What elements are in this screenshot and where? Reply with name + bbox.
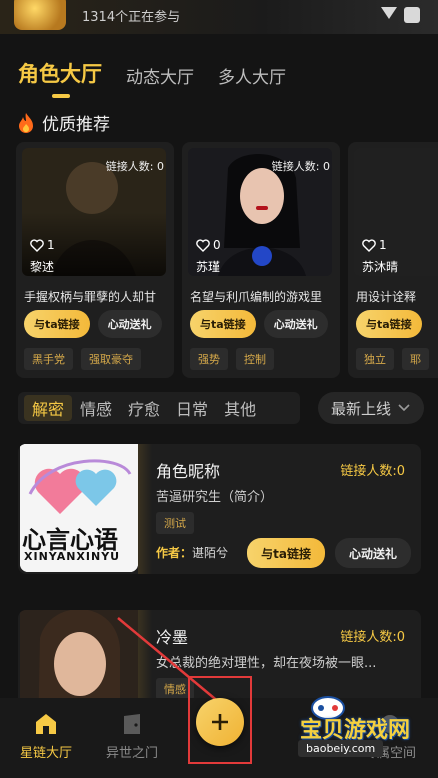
likes-count: 1 [47,238,55,252]
watermark: 宝贝游戏网 baobeiy.com [280,690,432,768]
wifi-icon [381,7,397,19]
chip-healing[interactable]: 疗愈 [120,395,168,421]
likes[interactable]: 0 [196,238,221,252]
heart-icon [362,238,376,252]
nav-star-hall[interactable]: 星链大厅 [6,712,86,761]
likes-count: 0 [213,238,221,252]
main-tabs: 角色大厅 动态大厅 多人大厅 [18,58,286,98]
character-image [20,610,138,710]
chevron-down-icon [398,404,410,412]
character-subtitle: 苦逼研究生（简介） [156,490,274,505]
link-count: 链接人数:0 [340,630,405,645]
thumb-accent [138,610,152,710]
category-chips: 解密 情感 疗愈 日常 其他 [18,392,300,424]
sort-label: 最新上线 [330,399,391,418]
character-logo: 心言心语 XINYANXINYU [20,444,138,572]
gift-button[interactable]: 心动送礼 [263,310,328,338]
chip-mystery[interactable]: 解密 [24,395,73,421]
character-name: 黎述 [30,260,55,274]
character-desc: 手握权柄与罪孽的人却甘 [24,290,157,304]
character-name: 苏沐晴 [362,260,399,274]
link-button[interactable]: 与ta链接 [356,310,422,338]
tag[interactable]: 独立 [356,348,394,370]
annotation-highlight [188,676,252,764]
featured-carousel[interactable]: 链接人数: 0 1 黎述 手握权柄与罪孽的人却甘 与ta链接 心动送礼 黑手党 … [16,142,438,378]
author-label: 作者： [156,546,193,560]
tag[interactable]: 强势 [190,348,228,370]
fire-icon [19,112,33,133]
author-line: 作者：谌陌兮 [156,544,228,561]
likes-count: 1 [379,238,387,252]
likes[interactable]: 1 [362,238,387,252]
filter-row: 解密 情感 疗愈 日常 其他 最新上线 [18,392,424,424]
character-title: 角色昵称 [156,462,221,481]
tag[interactable]: 耶 [402,348,429,370]
watermark-url: baobeiy.com [298,740,384,757]
door-icon [124,714,140,734]
battery-icon [404,7,420,23]
gift-button[interactable]: 心动送礼 [334,538,411,568]
likes[interactable]: 1 [30,238,55,252]
section-heading: 优质推荐 [16,110,110,135]
link-button[interactable]: 与ta链接 [24,310,90,338]
character-list-card[interactable]: 心言心语 XINYANXINYU 角色昵称 链接人数:0 苦逼研究生（简介） 测… [18,444,421,574]
tab-role-hall[interactable]: 角色大厅 [18,58,102,98]
tag[interactable]: 测试 [156,512,194,534]
nav-label: 星链大厅 [19,746,72,761]
online-count: 1314个正在参与 [82,10,181,25]
link-count: 链接人数: 0 [271,160,330,173]
gift-button[interactable]: 心动送礼 [97,310,162,338]
tag[interactable]: 黑手党 [24,348,73,370]
character-name: 苏瑾 [196,260,221,274]
character-subtitle: 女总裁的绝对理性，却在夜场被一眼... [156,656,377,671]
link-count: 链接人数: 0 [105,160,164,173]
heart-icon [196,238,210,252]
link-button[interactable]: 与ta链接 [190,310,256,338]
featured-card[interactable]: 链接人数: 0 0 苏瑾 名望与利爪编制的游戏里 与ta链接 心动送礼 强势 控… [182,142,340,378]
character-image [354,148,438,276]
home-icon [36,714,56,734]
heart-icon [30,238,44,252]
link-count: 链接人数:0 [340,464,405,479]
nav-label: 异世之门 [105,746,158,761]
author-name[interactable]: 谌陌兮 [192,546,228,560]
tag[interactable]: 强取豪夺 [81,348,141,370]
tab-multiplayer-hall[interactable]: 多人大厅 [218,63,286,88]
thumb-accent [138,444,152,574]
tab-moments-hall[interactable]: 动态大厅 [126,63,194,88]
chip-emotion[interactable]: 情感 [72,395,120,421]
tag[interactable]: 控制 [236,348,274,370]
character-desc: 名望与利爪编制的游戏里 [190,290,323,304]
chip-daily[interactable]: 日常 [168,395,216,421]
logo-subtitle: XINYANXINYU [24,550,121,563]
featured-card[interactable]: 1 苏沐晴 用设计诠释 与ta链接 独立 耶 [348,142,438,378]
nav-other-world[interactable]: 异世之门 [92,712,172,761]
sort-dropdown[interactable]: 最新上线 [318,392,424,424]
event-badge-icon[interactable] [14,0,66,30]
chip-other[interactable]: 其他 [216,395,264,421]
top-banner: 1314个正在参与 [0,0,438,34]
featured-card[interactable]: 链接人数: 0 1 黎述 手握权柄与罪孽的人却甘 与ta链接 心动送礼 黑手党 … [16,142,174,378]
character-desc: 用设计诠释 [356,290,417,304]
link-button[interactable]: 与ta链接 [247,538,325,568]
character-title: 冷墨 [156,628,189,647]
section-title: 优质推荐 [42,115,110,135]
